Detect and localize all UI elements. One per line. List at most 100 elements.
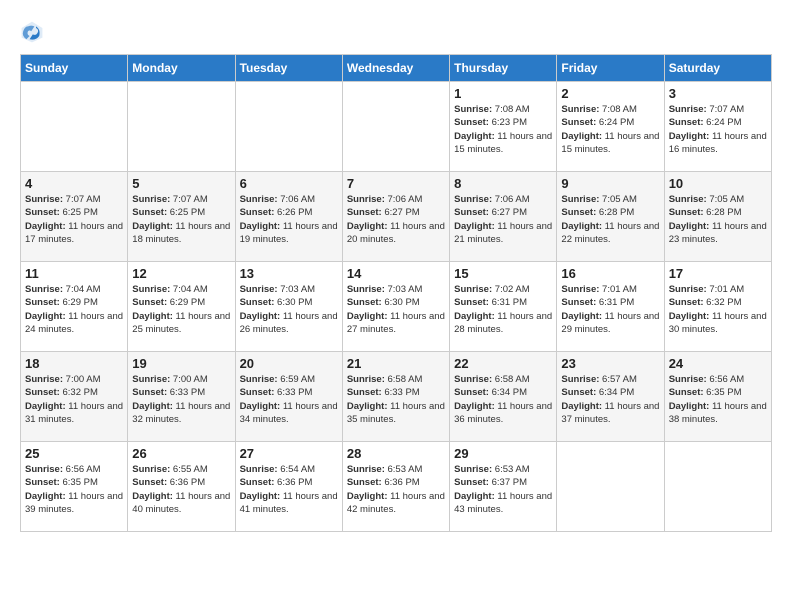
day-number: 20 — [240, 356, 338, 371]
calendar-cell — [21, 82, 128, 172]
calendar-week-row: 1 Sunrise: 7:08 AMSunset: 6:23 PMDaylight… — [21, 82, 772, 172]
day-info: Sunrise: 7:03 AMSunset: 6:30 PMDaylight:… — [240, 283, 338, 336]
day-info: Sunrise: 7:06 AMSunset: 6:27 PMDaylight:… — [347, 193, 445, 246]
day-info: Sunrise: 7:06 AMSunset: 6:27 PMDaylight:… — [454, 193, 552, 246]
calendar-cell: 12 Sunrise: 7:04 AMSunset: 6:29 PMDayligh… — [128, 262, 235, 352]
calendar-week-row: 18Sunrise: 7:00 AMSunset: 6:32 PMDayligh… — [21, 352, 772, 442]
day-info: Sunrise: 7:07 AMSunset: 6:24 PMDaylight:… — [669, 103, 767, 156]
day-number: 26 — [132, 446, 230, 461]
calendar-week-row: 11 Sunrise: 7:04 AMSunset: 6:29 PMDayligh… — [21, 262, 772, 352]
calendar-body: 1 Sunrise: 7:08 AMSunset: 6:23 PMDaylight… — [21, 82, 772, 532]
day-number: 19 — [132, 356, 230, 371]
calendar-cell: 26 Sunrise: 6:55 AMSunset: 6:36 PMDayligh… — [128, 442, 235, 532]
day-number: 4 — [25, 176, 123, 191]
day-number: 23 — [561, 356, 659, 371]
calendar-cell: 1 Sunrise: 7:08 AMSunset: 6:23 PMDaylight… — [450, 82, 557, 172]
day-info: Sunrise: 6:53 AMSunset: 6:37 PMDaylight:… — [454, 463, 552, 516]
calendar-cell: 9Sunrise: 7:05 AMSunset: 6:28 PMDaylight… — [557, 172, 664, 262]
day-info: Sunrise: 7:07 AMSunset: 6:25 PMDaylight:… — [25, 193, 123, 246]
day-number: 6 — [240, 176, 338, 191]
day-number: 18 — [25, 356, 123, 371]
calendar-cell — [342, 82, 449, 172]
day-number: 22 — [454, 356, 552, 371]
calendar-cell: 7 Sunrise: 7:06 AMSunset: 6:27 PMDaylight… — [342, 172, 449, 262]
day-info: Sunrise: 7:07 AMSunset: 6:25 PMDaylight:… — [132, 193, 230, 246]
calendar-cell: 3 Sunrise: 7:07 AMSunset: 6:24 PMDaylight… — [664, 82, 771, 172]
header-row: SundayMondayTuesdayWednesdayThursdayFrid… — [21, 55, 772, 82]
header-cell-wednesday: Wednesday — [342, 55, 449, 82]
day-number: 25 — [25, 446, 123, 461]
header-cell-saturday: Saturday — [664, 55, 771, 82]
calendar-cell: 19 Sunrise: 7:00 AMSunset: 6:33 PMDayligh… — [128, 352, 235, 442]
calendar-cell: 21 Sunrise: 6:58 AMSunset: 6:33 PMDayligh… — [342, 352, 449, 442]
day-info: Sunrise: 7:05 AMSunset: 6:28 PMDaylight:… — [669, 193, 767, 246]
day-info: Sunrise: 7:04 AMSunset: 6:29 PMDaylight:… — [25, 283, 123, 336]
day-number: 27 — [240, 446, 338, 461]
day-number: 10 — [669, 176, 767, 191]
header-cell-tuesday: Tuesday — [235, 55, 342, 82]
day-number: 14 — [347, 266, 445, 281]
day-info: Sunrise: 7:02 AMSunset: 6:31 PMDaylight:… — [454, 283, 552, 336]
calendar-cell: 27 Sunrise: 6:54 AMSunset: 6:36 PMDayligh… — [235, 442, 342, 532]
generalblue-logo-icon — [20, 20, 44, 44]
day-info: Sunrise: 7:08 AMSunset: 6:24 PMDaylight:… — [561, 103, 659, 156]
calendar-cell: 20 Sunrise: 6:59 AMSunset: 6:33 PMDayligh… — [235, 352, 342, 442]
day-info: Sunrise: 7:05 AMSunset: 6:28 PMDaylight:… — [561, 193, 659, 246]
day-number: 16 — [561, 266, 659, 281]
calendar-cell: 14Sunrise: 7:03 AMSunset: 6:30 PMDayligh… — [342, 262, 449, 352]
header-cell-friday: Friday — [557, 55, 664, 82]
calendar-week-row: 4 Sunrise: 7:07 AMSunset: 6:25 PMDaylight… — [21, 172, 772, 262]
day-info: Sunrise: 6:56 AMSunset: 6:35 PMDaylight:… — [25, 463, 123, 516]
day-number: 17 — [669, 266, 767, 281]
calendar-table: SundayMondayTuesdayWednesdayThursdayFrid… — [20, 54, 772, 532]
day-number: 11 — [25, 266, 123, 281]
logo — [20, 20, 52, 44]
calendar-header: SundayMondayTuesdayWednesdayThursdayFrid… — [21, 55, 772, 82]
calendar-cell: 4 Sunrise: 7:07 AMSunset: 6:25 PMDaylight… — [21, 172, 128, 262]
day-info: Sunrise: 7:01 AMSunset: 6:32 PMDaylight:… — [669, 283, 767, 336]
day-number: 29 — [454, 446, 552, 461]
day-info: Sunrise: 7:04 AMSunset: 6:29 PMDaylight:… — [132, 283, 230, 336]
day-number: 3 — [669, 86, 767, 101]
day-info: Sunrise: 6:54 AMSunset: 6:36 PMDaylight:… — [240, 463, 338, 516]
day-info: Sunrise: 6:55 AMSunset: 6:36 PMDaylight:… — [132, 463, 230, 516]
day-number: 28 — [347, 446, 445, 461]
calendar-cell: 8Sunrise: 7:06 AMSunset: 6:27 PMDaylight… — [450, 172, 557, 262]
day-info: Sunrise: 6:56 AMSunset: 6:35 PMDaylight:… — [669, 373, 767, 426]
calendar-cell: 11 Sunrise: 7:04 AMSunset: 6:29 PMDayligh… — [21, 262, 128, 352]
day-number: 12 — [132, 266, 230, 281]
calendar-cell: 29 Sunrise: 6:53 AMSunset: 6:37 PMDayligh… — [450, 442, 557, 532]
day-number: 21 — [347, 356, 445, 371]
calendar-cell: 10 Sunrise: 7:05 AMSunset: 6:28 PMDayligh… — [664, 172, 771, 262]
calendar-cell — [128, 82, 235, 172]
day-number: 2 — [561, 86, 659, 101]
day-number: 5 — [132, 176, 230, 191]
day-number: 1 — [454, 86, 552, 101]
day-info: Sunrise: 7:00 AMSunset: 6:33 PMDaylight:… — [132, 373, 230, 426]
day-info: Sunrise: 7:06 AMSunset: 6:26 PMDaylight:… — [240, 193, 338, 246]
day-info: Sunrise: 6:58 AMSunset: 6:34 PMDaylight:… — [454, 373, 552, 426]
calendar-cell: 24Sunrise: 6:56 AMSunset: 6:35 PMDayligh… — [664, 352, 771, 442]
calendar-cell: 2 Sunrise: 7:08 AMSunset: 6:24 PMDaylight… — [557, 82, 664, 172]
calendar-cell: 25 Sunrise: 6:56 AMSunset: 6:35 PMDayligh… — [21, 442, 128, 532]
day-info: Sunrise: 7:08 AMSunset: 6:23 PMDaylight:… — [454, 103, 552, 156]
day-info: Sunrise: 6:59 AMSunset: 6:33 PMDaylight:… — [240, 373, 338, 426]
day-number: 15 — [454, 266, 552, 281]
day-info: Sunrise: 6:58 AMSunset: 6:33 PMDaylight:… — [347, 373, 445, 426]
calendar-cell: 13Sunrise: 7:03 AMSunset: 6:30 PMDayligh… — [235, 262, 342, 352]
day-info: Sunrise: 7:01 AMSunset: 6:31 PMDaylight:… — [561, 283, 659, 336]
page-header — [20, 20, 772, 44]
calendar-cell: 6 Sunrise: 7:06 AMSunset: 6:26 PMDaylight… — [235, 172, 342, 262]
day-number: 7 — [347, 176, 445, 191]
calendar-cell — [664, 442, 771, 532]
calendar-cell: 16 Sunrise: 7:01 AMSunset: 6:31 PMDayligh… — [557, 262, 664, 352]
calendar-cell: 23 Sunrise: 6:57 AMSunset: 6:34 PMDayligh… — [557, 352, 664, 442]
calendar-cell: 15 Sunrise: 7:02 AMSunset: 6:31 PMDayligh… — [450, 262, 557, 352]
day-info: Sunrise: 6:53 AMSunset: 6:36 PMDaylight:… — [347, 463, 445, 516]
day-info: Sunrise: 6:57 AMSunset: 6:34 PMDaylight:… — [561, 373, 659, 426]
calendar-cell — [557, 442, 664, 532]
header-cell-sunday: Sunday — [21, 55, 128, 82]
calendar-cell — [235, 82, 342, 172]
header-cell-monday: Monday — [128, 55, 235, 82]
header-cell-thursday: Thursday — [450, 55, 557, 82]
